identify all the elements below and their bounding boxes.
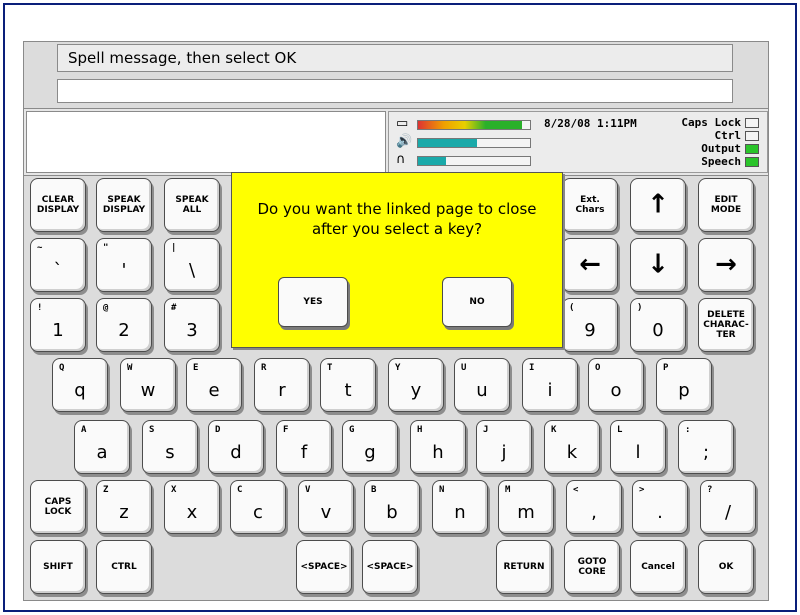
no-button[interactable]: NO xyxy=(442,277,512,327)
left-arrow-key[interactable]: ← xyxy=(562,238,618,292)
key-9[interactable]: (9 xyxy=(562,298,618,352)
linked-page-dialog: Do you want the linked page to close afte… xyxy=(231,172,563,348)
down-arrow-key[interactable]: ↓ xyxy=(630,238,686,292)
headset-meter xyxy=(417,156,531,166)
key-v[interactable]: Vv xyxy=(298,480,354,534)
goto-core-key[interactable]: GOTO CORE xyxy=(564,540,620,594)
cancel-key[interactable]: Cancel xyxy=(630,540,686,594)
key-0[interactable]: ) 0 xyxy=(630,298,686,352)
status-meters: ▭ 🔊 ∩ 8/28/08 1:11PM Caps Lock Ctrl Outp… xyxy=(388,111,768,173)
key-w[interactable]: Ww xyxy=(120,358,176,412)
key-t[interactable]: Tt xyxy=(320,358,376,412)
ctrl-indicator: Ctrl xyxy=(715,129,759,142)
key-i[interactable]: Ii xyxy=(522,358,578,412)
key-1[interactable]: ! 1 xyxy=(30,298,86,352)
caps-lock-key[interactable]: CAPS LOCK xyxy=(30,480,86,534)
key-c[interactable]: Cc xyxy=(230,480,286,534)
speak-all-key[interactable]: SPEAK ALL xyxy=(164,178,220,232)
key-b[interactable]: Bb xyxy=(364,480,420,534)
key-q[interactable]: Qq xyxy=(52,358,108,412)
ext-chars-key[interactable]: Ext. Chars xyxy=(562,178,618,232)
right-arrow-key[interactable]: → xyxy=(698,238,754,292)
speech-indicator: Speech xyxy=(701,155,759,168)
date-time: 8/28/08 1:11PM xyxy=(544,117,637,130)
key-k[interactable]: Kk xyxy=(544,420,600,474)
key-f[interactable]: Ff xyxy=(276,420,332,474)
caps-lock-indicator: Caps Lock xyxy=(681,116,759,129)
key-a[interactable]: Aa xyxy=(74,420,130,474)
aac-device-screen: Spell message, then select OK ▭ 🔊 ∩ 8/28… xyxy=(23,41,769,601)
up-arrow-key[interactable]: ↑ xyxy=(630,178,686,232)
key-x[interactable]: Xx xyxy=(164,480,220,534)
return-key[interactable]: RETURN xyxy=(496,540,552,594)
key-3[interactable]: #3 xyxy=(164,298,220,352)
key-comma[interactable]: <, xyxy=(566,480,622,534)
key-z[interactable]: Zz xyxy=(96,480,152,534)
key-d[interactable]: Dd xyxy=(208,420,264,474)
status-area: ▭ 🔊 ∩ 8/28/08 1:11PM Caps Lock Ctrl Outp… xyxy=(24,108,768,176)
space-key-1[interactable]: <SPACE> xyxy=(296,540,352,594)
message-display[interactable] xyxy=(57,79,733,103)
backslash-key[interactable]: | \ xyxy=(164,238,220,292)
key-2[interactable]: @2 xyxy=(96,298,152,352)
text-display[interactable] xyxy=(26,111,386,173)
key-l[interactable]: Ll xyxy=(610,420,666,474)
window-frame: Spell message, then select OK ▭ 🔊 ∩ 8/28… xyxy=(3,3,797,612)
ctrl-key[interactable]: CTRL xyxy=(96,540,152,594)
speak-display-key[interactable]: SPEAK DISPLAY xyxy=(96,178,152,232)
volume-meter xyxy=(417,138,531,148)
prompt-bar: Spell message, then select OK xyxy=(57,44,733,72)
key-period[interactable]: >. xyxy=(632,480,688,534)
output-indicator: Output xyxy=(701,142,759,155)
key-s[interactable]: Ss xyxy=(142,420,198,474)
delete-character-key[interactable]: DELETE CHARAC- TER xyxy=(698,298,754,352)
key-r[interactable]: Rr xyxy=(254,358,310,412)
shift-key[interactable]: SHIFT xyxy=(30,540,86,594)
key-h[interactable]: Hh xyxy=(410,420,466,474)
quote-key[interactable]: " ' xyxy=(96,238,152,292)
headphones-icon: ∩ xyxy=(396,152,406,167)
backtick-key[interactable]: ~ ` xyxy=(30,238,86,292)
key-n[interactable]: Nn xyxy=(432,480,488,534)
clear-display-key[interactable]: CLEAR DISPLAY xyxy=(30,178,86,232)
battery-icon: ▭ xyxy=(396,116,409,131)
key-e[interactable]: Ee xyxy=(186,358,242,412)
dialog-message: Do you want the linked page to close afte… xyxy=(257,200,537,238)
battery-meter xyxy=(417,120,531,130)
key-p[interactable]: Pp xyxy=(656,358,712,412)
speaker-icon: 🔊 xyxy=(396,134,413,149)
key-g[interactable]: Gg xyxy=(342,420,398,474)
key-j[interactable]: Jj xyxy=(476,420,532,474)
key-o[interactable]: Oo xyxy=(588,358,644,412)
key-u[interactable]: Uu xyxy=(454,358,510,412)
key-slash[interactable]: ? / xyxy=(700,480,756,534)
ok-key[interactable]: OK xyxy=(698,540,754,594)
yes-button[interactable]: YES xyxy=(278,277,348,327)
space-key-2[interactable]: <SPACE> xyxy=(362,540,418,594)
key-y[interactable]: Yy xyxy=(388,358,444,412)
key-m[interactable]: Mm xyxy=(498,480,554,534)
key-semicolon[interactable]: :; xyxy=(678,420,734,474)
edit-mode-key[interactable]: EDIT MODE xyxy=(698,178,754,232)
